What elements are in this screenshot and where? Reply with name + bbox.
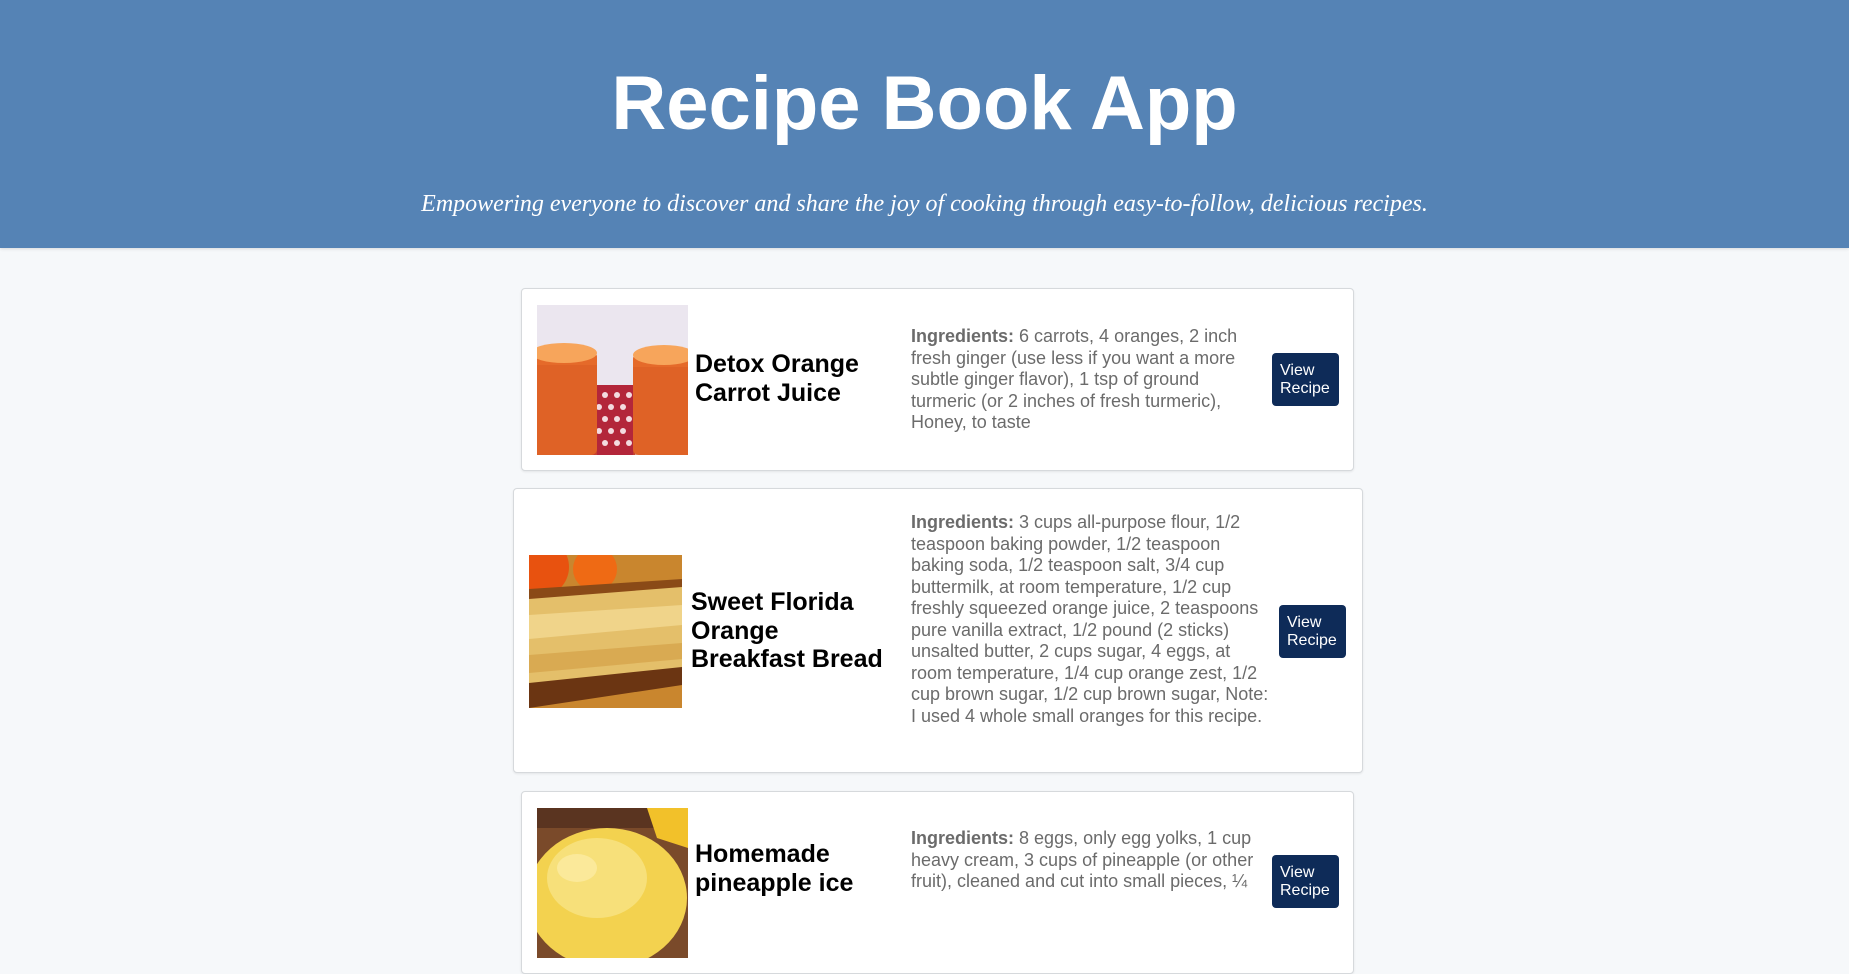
- ingredients-label: Ingredients:: [911, 512, 1015, 532]
- juice-image: [537, 305, 688, 455]
- recipe-image-orange-carrot-juice: [537, 305, 688, 455]
- view-recipe-button[interactable]: View Recipe: [1272, 855, 1339, 908]
- page-title: Recipe Book App: [611, 61, 1238, 146]
- ingredients-label: Ingredients:: [911, 828, 1015, 848]
- recipe-image-pineapple-ice-cream: [537, 808, 688, 958]
- ingredients-label: Ingredients:: [911, 326, 1015, 346]
- ice-cream-image: [537, 808, 688, 958]
- recipe-card: Sweet Florida Orange Breakfast Bread Ing…: [513, 488, 1363, 773]
- recipe-ingredients: Ingredients: 6 carrots, 4 oranges, 2 inc…: [911, 326, 1261, 434]
- recipe-title: Detox Orange Carrot Juice: [695, 350, 859, 407]
- recipe-title: Homemade pineapple ice: [695, 840, 854, 897]
- recipe-card: Homemade pineapple ice Ingredients: 8 eg…: [521, 791, 1354, 974]
- bread-image: [529, 555, 682, 708]
- view-recipe-button[interactable]: View Recipe: [1279, 605, 1346, 658]
- recipe-ingredients: Ingredients: 8 eggs, only egg yolks, 1 c…: [911, 828, 1261, 893]
- recipe-image-orange-bread: [529, 555, 682, 708]
- recipe-title: Sweet Florida Orange Breakfast Bread: [691, 588, 883, 673]
- recipe-ingredients: Ingredients: 3 cups all-purpose flour, 1…: [911, 512, 1271, 727]
- view-recipe-button[interactable]: View Recipe: [1272, 353, 1339, 406]
- page-tagline: Empowering everyone to discover and shar…: [421, 191, 1428, 217]
- app-header: Recipe Book App Empowering everyone to d…: [0, 0, 1849, 248]
- recipe-card: Detox Orange Carrot Juice Ingredients: 6…: [521, 288, 1354, 471]
- ingredients-text: 3 cups all-purpose flour, 1/2 teaspoon b…: [911, 512, 1269, 726]
